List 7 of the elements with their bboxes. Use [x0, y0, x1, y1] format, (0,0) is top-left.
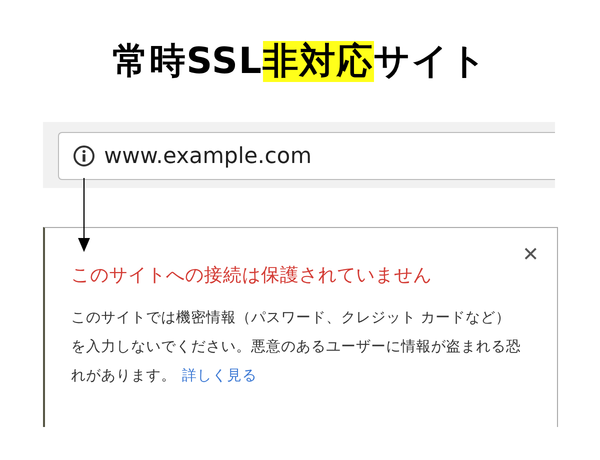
close-button[interactable]: ✕ — [518, 242, 543, 266]
warning-title: このサイトへの接続は保護されていません — [71, 264, 432, 287]
url-text: www.example.com — [104, 144, 312, 168]
info-icon[interactable] — [73, 145, 95, 167]
address-bar[interactable]: www.example.com — [58, 132, 555, 180]
learn-more-link[interactable]: 詳しく見る — [182, 367, 257, 384]
warning-message: このサイトでは機密情報（パスワード、クレジット カードなど）を入力しないでください。悪意のあるユーザーに情報が盗まれる恐れがあります。 詳しく見る — [71, 308, 521, 386]
